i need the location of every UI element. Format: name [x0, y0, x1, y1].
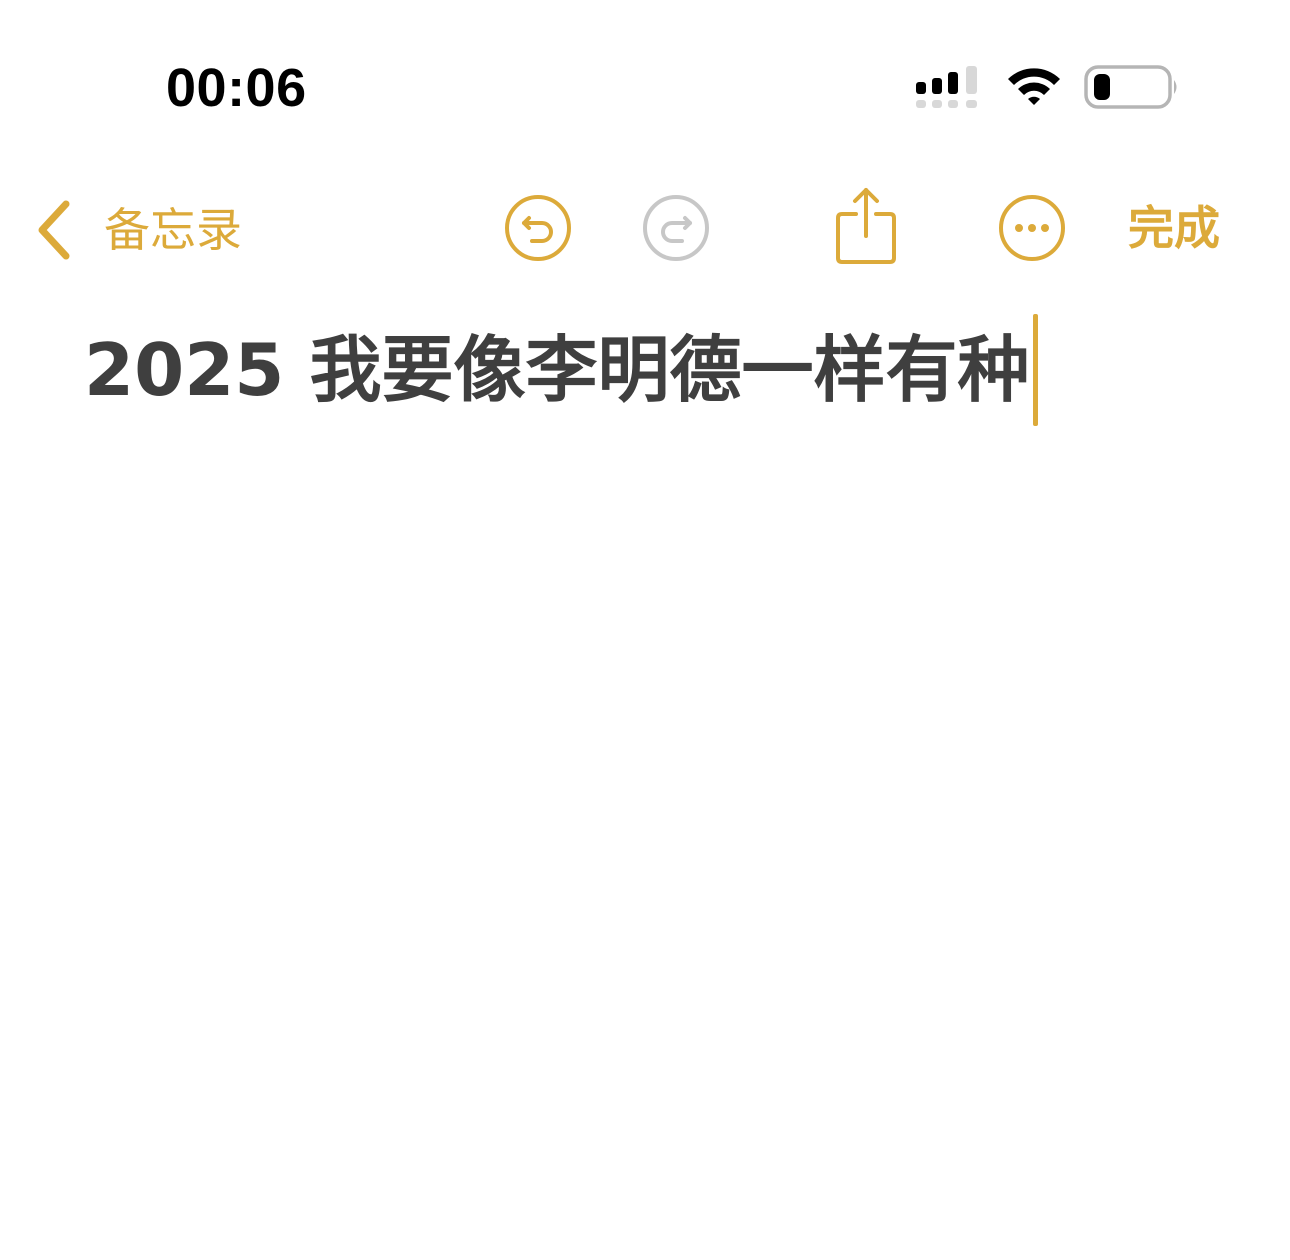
wifi-icon [1008, 68, 1060, 105]
notes-screen: 00:06 备忘录 完成 2025 我要像李明德一样有种 [0, 0, 1290, 1260]
more-button[interactable] [996, 192, 1068, 264]
share-icon [836, 188, 896, 264]
share-button[interactable] [830, 184, 902, 268]
text-cursor [1033, 314, 1039, 426]
ellipsis-circle-icon [999, 195, 1065, 261]
battery-icon [1084, 65, 1177, 109]
done-button[interactable]: 完成 [1128, 196, 1220, 260]
chevron-left-icon [38, 200, 70, 260]
status-bar: 00:06 [0, 0, 1290, 150]
note-title-line[interactable]: 2025 我要像李明德一样有种 [84, 314, 1224, 426]
status-icons [912, 62, 1182, 112]
redo-icon [643, 195, 709, 261]
back-button[interactable]: 备忘录 [36, 194, 242, 266]
note-editor[interactable]: 2025 我要像李明德一样有种 [84, 314, 1224, 1220]
undo-button[interactable] [502, 192, 574, 264]
note-title[interactable]: 2025 我要像李明德一样有种 [84, 320, 1029, 420]
back-label: 备忘录 [104, 203, 242, 257]
nav-bar: 备忘录 完成 [0, 180, 1290, 280]
undo-icon [505, 195, 571, 261]
status-time: 00:06 [166, 58, 307, 118]
redo-button[interactable] [640, 192, 712, 264]
cellular-signal-icon [916, 66, 977, 108]
